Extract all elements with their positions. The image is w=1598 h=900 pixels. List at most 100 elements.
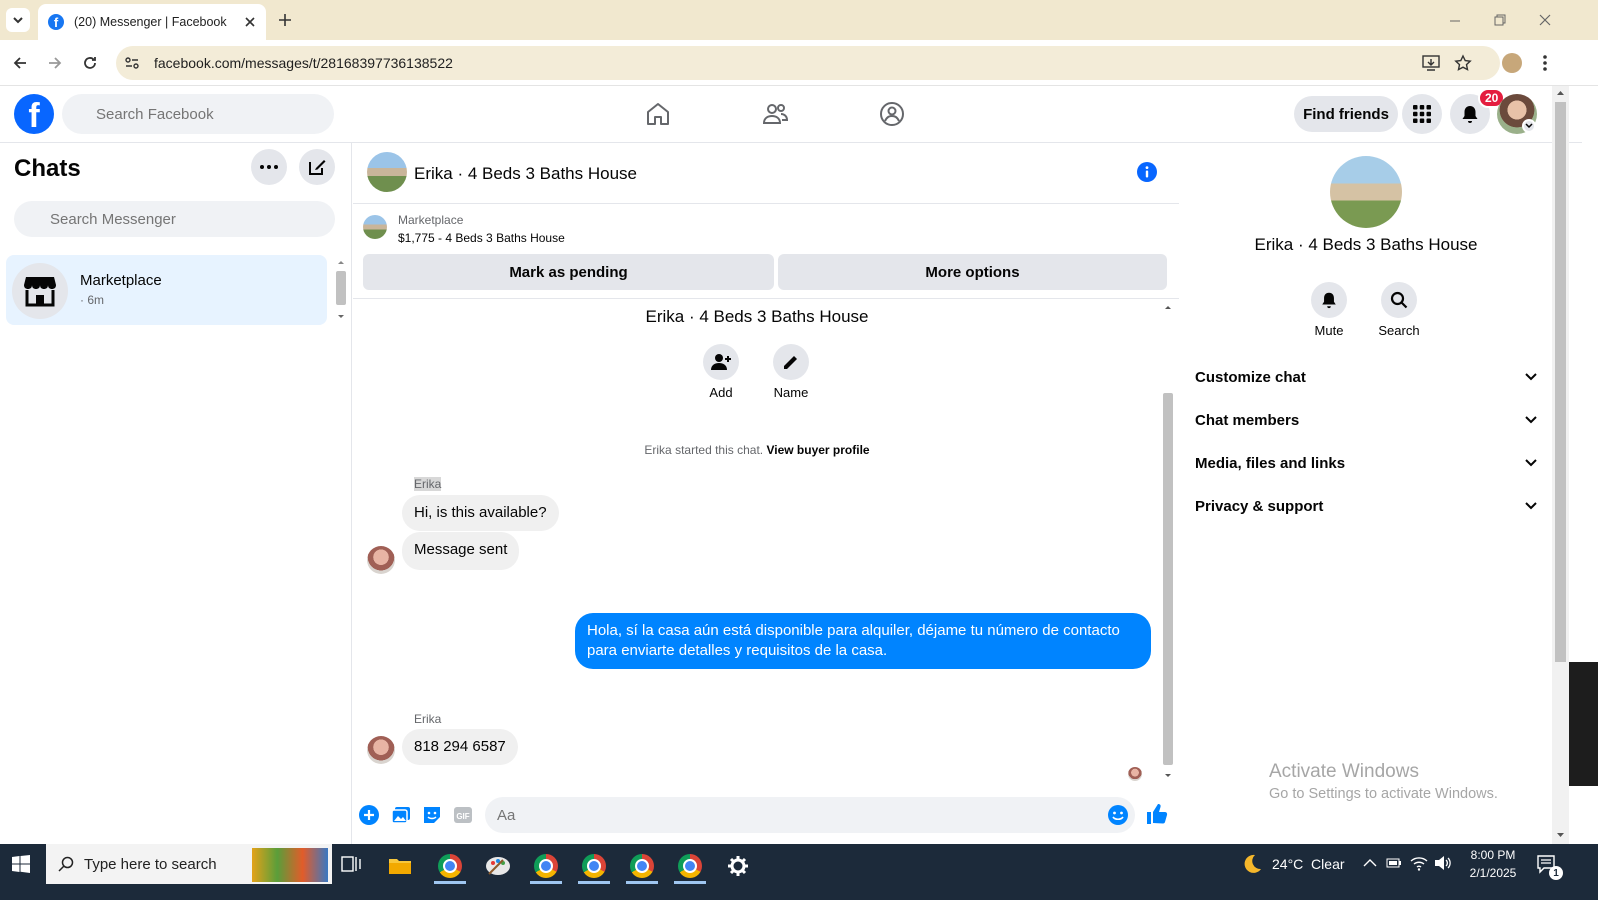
battery-icon[interactable] [1386,857,1402,869]
groups-icon[interactable] [878,100,906,128]
wifi-icon[interactable] [1410,855,1428,871]
view-buyer-profile-link[interactable]: View buyer profile [766,443,869,457]
new-tab-icon[interactable] [277,12,293,28]
chat-options-button[interactable] [251,149,287,185]
name-label: Name [773,385,809,400]
file-explorer-taskbar-button[interactable] [380,848,420,884]
bookmark-star-icon[interactable] [1454,54,1472,72]
search-icon [58,856,74,872]
facebook-logo-icon[interactable]: f [14,94,54,134]
chat-item-name: Marketplace [80,272,162,289]
messenger-search-input[interactable] [14,201,335,237]
new-message-button[interactable] [299,149,335,185]
clock-time[interactable]: 8:00 PM [1458,848,1528,862]
sticker-icon[interactable] [422,805,442,825]
chrome-taskbar-button[interactable] [430,848,470,884]
bell-icon [1462,106,1478,123]
photo-icon[interactable] [391,805,411,825]
back-arrow-icon[interactable] [11,54,29,72]
plus-circle-icon[interactable] [359,805,379,825]
chrome-icon [438,854,462,878]
browser-tab-messenger[interactable]: f (20) Messenger | Facebook [38,4,266,40]
listing-avatar[interactable] [367,152,407,192]
privacy-support-section[interactable]: Privacy & support [1195,488,1537,524]
volume-icon[interactable] [1434,855,1452,871]
message-composer: GIF [353,792,1179,844]
sender-name: Erika [414,477,442,491]
paint-taskbar-button[interactable] [478,848,518,884]
message-input[interactable] [485,797,1135,833]
windows-taskbar: Type here to search 24°C Clear 8:00 PM 2… [0,844,1598,900]
message-bubble-incoming[interactable]: 818 294 6587 [402,729,518,765]
media-files-links-section[interactable]: Media, files and links [1195,445,1537,481]
mark-as-pending-button[interactable]: Mark as pending [363,254,774,290]
listing-price-title[interactable]: $1,775 - 4 Beds 3 Baths House [398,231,565,245]
clock-date[interactable]: 2/1/2025 [1458,866,1528,880]
moon-weather-icon[interactable] [1241,853,1263,875]
home-icon[interactable] [644,100,672,128]
add-people-button[interactable] [703,344,739,380]
more-options-button[interactable]: More options [778,254,1167,290]
marketplace-avatar [12,263,68,319]
browser-tab-strip: f (20) Messenger | Facebook [0,0,1598,40]
details-listing-avatar[interactable] [1330,156,1402,228]
paint-palette-icon [486,857,510,875]
account-chevron-icon[interactable] [1522,119,1536,133]
close-window-icon[interactable] [1538,13,1552,27]
chrome-taskbar-button[interactable] [622,848,662,884]
like-thumbs-up-icon[interactable] [1146,803,1168,825]
details-title: Erika · 4 Beds 3 Baths House [1254,235,1478,254]
message-bubble-incoming[interactable]: Message sent [402,532,520,570]
chrome-taskbar-button[interactable] [526,848,566,884]
chrome-taskbar-button[interactable] [670,848,710,884]
menu-button[interactable] [1402,94,1442,134]
thread-scrollbar[interactable] [1161,301,1175,785]
search-in-conversation-button[interactable] [1381,282,1417,318]
reload-icon[interactable] [81,54,99,72]
gif-icon[interactable]: GIF [453,805,473,825]
forward-arrow-icon[interactable] [46,54,64,72]
bell-icon [1322,292,1336,309]
message-bubble-outgoing[interactable]: Hola, sí la casa aún está disponible par… [575,613,1151,669]
windows-start-icon[interactable] [12,855,30,873]
install-app-icon[interactable] [1422,55,1440,71]
weather-text[interactable]: 24°C Clear [1272,856,1345,872]
chat-list-scrollbar[interactable] [335,257,347,325]
name-chat-button[interactable] [773,344,809,380]
conversation-title[interactable]: Erika · 4 Beds 3 Baths House [414,164,637,184]
profile-avatar-icon[interactable] [1502,53,1522,73]
taskbar-search-box[interactable]: Type here to search [46,844,332,884]
tab-search-button[interactable] [6,8,30,32]
friends-icon[interactable] [761,100,789,128]
settings-taskbar-button[interactable] [718,848,758,884]
chrome-taskbar-button[interactable] [574,848,614,884]
seen-receipt-avatar [1128,767,1142,781]
erika-avatar[interactable] [367,736,395,764]
page-scrollbar[interactable] [1552,86,1569,844]
erika-avatar[interactable] [367,546,395,574]
activate-windows-subtitle: Go to Settings to activate Windows. [1269,786,1498,802]
mute-button[interactable] [1311,282,1347,318]
more-dots-icon [260,165,278,169]
address-bar[interactable]: facebook.com/messages/t/2816839773613852… [116,46,1500,80]
find-friends-button[interactable]: Find friends [1294,96,1398,132]
url-text: facebook.com/messages/t/2816839773613852… [154,55,453,71]
emoji-icon[interactable] [1107,804,1129,826]
info-icon[interactable] [1137,162,1157,182]
search-label: Search [1378,323,1420,338]
browser-menu-icon[interactable] [1542,54,1548,72]
message-bubble-incoming[interactable]: Hi, is this available? [402,495,559,531]
activate-windows-title: Activate Windows [1269,761,1419,782]
chat-list-item[interactable]: Marketplace · 6m [6,255,327,325]
chat-started-notice: Erika started this chat. View buyer prof… [353,443,1161,457]
chevron-up-icon[interactable] [1363,858,1377,868]
add-person-icon [711,354,731,370]
chat-members-section[interactable]: Chat members [1195,402,1537,438]
close-tab-icon[interactable] [244,16,256,28]
restore-window-icon[interactable] [1493,13,1507,27]
facebook-search-input[interactable] [62,94,334,134]
customize-chat-section[interactable]: Customize chat [1195,359,1537,395]
minimize-window-icon[interactable] [1448,14,1462,28]
site-settings-icon[interactable] [124,55,140,71]
task-view-icon[interactable] [341,854,361,874]
